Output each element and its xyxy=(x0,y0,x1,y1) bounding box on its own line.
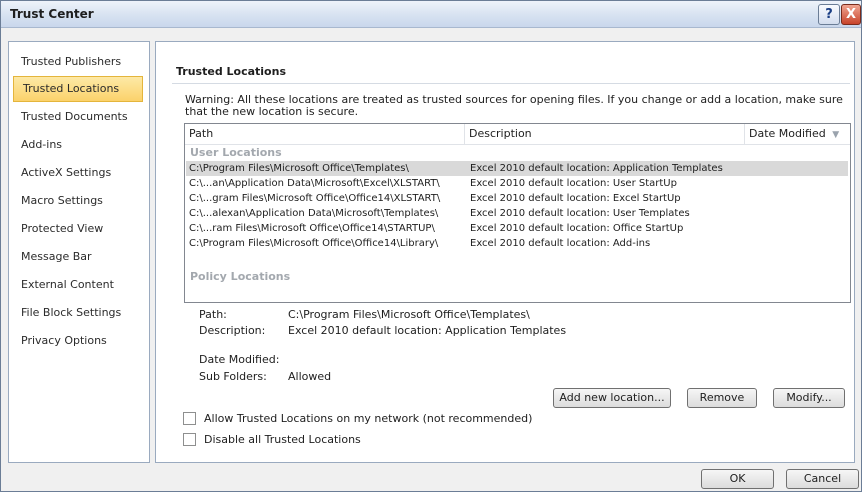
allow-network-checkbox[interactable] xyxy=(183,412,196,425)
sidebar: Trusted Publishers Trusted Locations Tru… xyxy=(8,41,150,463)
sort-arrow-icon: ▼ xyxy=(832,130,840,140)
table-row[interactable]: C:\...alexan\Application Data\Microsoft\… xyxy=(186,206,848,221)
trust-center-window: Trust Center ? X Trusted Publishers Trus… xyxy=(0,0,862,492)
row-path: C:\...alexan\Application Data\Microsoft\… xyxy=(189,208,439,219)
sidebar-item-macro-settings[interactable]: Macro Settings xyxy=(13,190,149,212)
close-button[interactable]: X xyxy=(841,4,861,25)
group-header-policy-locations: Policy Locations xyxy=(190,270,291,283)
column-header-path[interactable]: Path xyxy=(185,124,465,144)
ok-button[interactable]: OK xyxy=(701,469,774,489)
row-path: C:\...ram Files\Microsoft Office\Office1… xyxy=(189,223,435,234)
table-row[interactable]: C:\...ram Files\Microsoft Office\Office1… xyxy=(186,221,848,236)
sidebar-item-trusted-locations[interactable]: Trusted Locations xyxy=(13,76,143,102)
row-path: C:\Program Files\Microsoft Office\Office… xyxy=(189,238,439,249)
sidebar-item-protected-view[interactable]: Protected View xyxy=(13,218,149,240)
sidebar-item-privacy-options[interactable]: Privacy Options xyxy=(13,330,149,352)
group-header-user-locations: User Locations xyxy=(190,146,282,159)
disable-all-checkbox[interactable] xyxy=(183,433,196,446)
row-description: Excel 2010 default location: User StartU… xyxy=(470,178,677,189)
disable-all-label[interactable]: Disable all Trusted Locations xyxy=(204,433,361,446)
modify-button[interactable]: Modify... xyxy=(773,388,845,408)
row-description: Excel 2010 default location: User Templa… xyxy=(470,208,690,219)
sidebar-item-trusted-publishers[interactable]: Trusted Publishers xyxy=(13,51,149,73)
sidebar-item-activex-settings[interactable]: ActiveX Settings xyxy=(13,162,149,184)
row-path: C:\Program Files\Microsoft Office\Templa… xyxy=(189,163,409,174)
row-description: Excel 2010 default location: Application… xyxy=(470,163,723,174)
sidebar-item-external-content[interactable]: External Content xyxy=(13,274,149,296)
sidebar-item-message-bar[interactable]: Message Bar xyxy=(13,246,149,268)
path-label: Path: xyxy=(199,308,227,321)
date-modified-label: Date Modified: xyxy=(199,353,280,366)
section-title: Trusted Locations xyxy=(176,65,286,78)
content-panel: Trusted Locations Warning: All these loc… xyxy=(155,41,855,463)
window-title: Trust Center xyxy=(10,7,94,21)
cancel-button[interactable]: Cancel xyxy=(786,469,859,489)
warning-text: Warning: All these locations are treated… xyxy=(185,93,843,118)
table-row[interactable]: C:\...gram Files\Microsoft Office\Office… xyxy=(186,191,848,206)
row-description: Excel 2010 default location: Add-ins xyxy=(470,238,651,249)
section-divider xyxy=(172,83,850,84)
title-bar: Trust Center ? X xyxy=(1,1,861,28)
table-row[interactable]: C:\...an\Application Data\Microsoft\Exce… xyxy=(186,176,848,191)
column-header-description[interactable]: Description xyxy=(465,124,745,144)
column-header-date-label: Date Modified xyxy=(749,127,826,140)
sub-folders-value: Allowed xyxy=(288,370,332,383)
table-row[interactable]: C:\Program Files\Microsoft Office\Templa… xyxy=(186,161,848,176)
sidebar-item-trusted-documents[interactable]: Trusted Documents xyxy=(13,106,149,128)
sidebar-item-add-ins[interactable]: Add-ins xyxy=(13,134,149,156)
description-label: Description: xyxy=(199,324,266,337)
allow-network-label[interactable]: Allow Trusted Locations on my network (n… xyxy=(204,412,532,425)
table-row[interactable]: C:\Program Files\Microsoft Office\Office… xyxy=(186,236,848,251)
sub-folders-label: Sub Folders: xyxy=(199,370,267,383)
add-new-location-button[interactable]: Add new location... xyxy=(553,388,671,408)
row-path: C:\...gram Files\Microsoft Office\Office… xyxy=(189,193,441,204)
column-header-date-modified[interactable]: Date Modified ▼ xyxy=(745,124,850,144)
row-description: Excel 2010 default location: Office Star… xyxy=(470,223,684,234)
trusted-locations-table[interactable]: Path Description Date Modified ▼ User Lo… xyxy=(184,123,851,303)
path-value: C:\Program Files\Microsoft Office\Templa… xyxy=(288,308,530,321)
description-value: Excel 2010 default location: Application… xyxy=(288,324,567,337)
table-header: Path Description Date Modified ▼ xyxy=(185,124,850,145)
remove-button[interactable]: Remove xyxy=(687,388,757,408)
row-path: C:\...an\Application Data\Microsoft\Exce… xyxy=(189,178,440,189)
help-button[interactable]: ? xyxy=(818,4,840,25)
sidebar-item-file-block-settings[interactable]: File Block Settings xyxy=(13,302,149,324)
row-description: Excel 2010 default location: Excel Start… xyxy=(470,193,681,204)
